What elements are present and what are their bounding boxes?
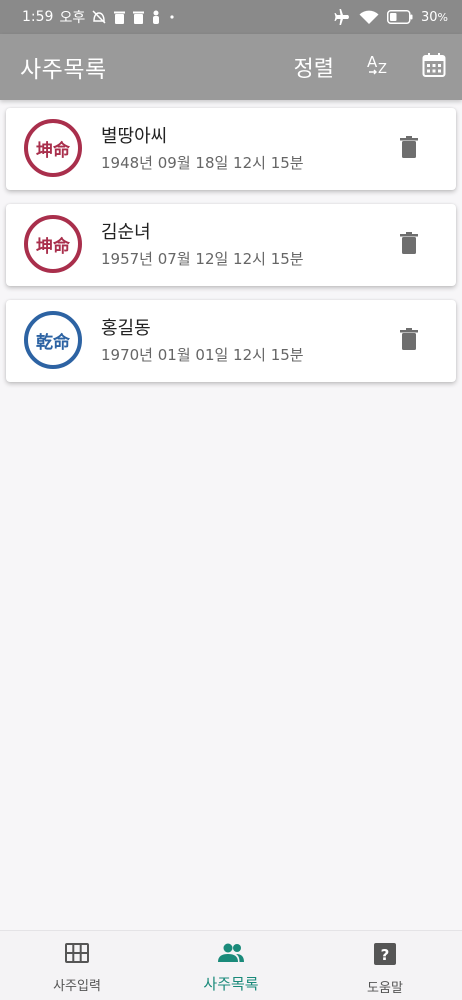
nav-label: 도움말	[367, 981, 403, 996]
delete-icon[interactable]	[400, 232, 418, 258]
nav-item-saju-input[interactable]: 사주입력	[0, 931, 154, 1000]
page-title: 사주목록	[20, 57, 107, 83]
gender-badge-icon: 坤命	[24, 119, 82, 177]
person-notification-icon	[151, 10, 161, 24]
saju-list-item[interactable]: 坤命 김순녀 1957년 07월 12일 12시 15분	[6, 204, 456, 286]
trash-notification-icon	[113, 10, 126, 24]
delete-icon[interactable]	[400, 328, 418, 354]
people-icon	[217, 943, 245, 967]
status-bar: 1:59 오후 30%	[0, 0, 462, 34]
svg-text:A: A	[367, 53, 378, 71]
sort-az-icon[interactable]: A Z	[366, 52, 392, 82]
saju-name: 김순녀	[101, 222, 151, 243]
delete-icon[interactable]	[400, 136, 418, 162]
nav-label: 사주목록	[203, 975, 259, 993]
wifi-icon	[359, 10, 379, 25]
nav-item-saju-list[interactable]: 사주목록	[154, 931, 308, 1000]
trash-notification-icon	[132, 10, 145, 24]
gender-badge-icon: 乾命	[24, 311, 82, 369]
nav-label: 사주입력	[53, 979, 101, 994]
saju-list-item[interactable]: 坤命 별땅아씨 1948년 09월 18일 12시 15분	[6, 108, 456, 190]
svg-text:Z: Z	[378, 62, 387, 77]
airplane-icon	[333, 9, 351, 25]
svg-text:?: ?	[381, 946, 390, 964]
saju-birthdate: 1948년 09월 18일 12시 15분	[101, 154, 304, 172]
saju-name: 별땅아씨	[101, 126, 168, 147]
battery-icon	[387, 10, 413, 24]
status-ampm: 오후	[59, 10, 86, 26]
saju-name: 홍길동	[101, 318, 151, 339]
bottom-navigation: 사주입력 사주목록 ? 도움말	[0, 930, 462, 1000]
saju-list: 坤命 별땅아씨 1948년 09월 18일 12시 15분 坤命 김순녀 195…	[6, 108, 456, 396]
sort-button[interactable]: 정렬	[294, 51, 334, 83]
dot-icon	[167, 12, 177, 22]
saju-list-item[interactable]: 乾命 홍길동 1970년 01월 01일 12시 15분	[6, 300, 456, 382]
battery-percent: 30%	[421, 9, 448, 25]
nav-item-help[interactable]: ? 도움말	[308, 931, 462, 1000]
calendar-icon[interactable]	[422, 52, 446, 82]
saju-birthdate: 1957년 07월 12일 12시 15분	[101, 250, 304, 268]
gender-badge-icon: 坤命	[24, 215, 82, 273]
grid-icon	[65, 943, 89, 967]
status-time: 1:59	[22, 9, 54, 25]
app-bar: 사주목록 정렬 A Z	[0, 34, 462, 100]
saju-birthdate: 1970년 01월 01일 12시 15분	[101, 346, 304, 364]
help-icon: ?	[374, 943, 396, 969]
mute-icon	[91, 9, 107, 25]
